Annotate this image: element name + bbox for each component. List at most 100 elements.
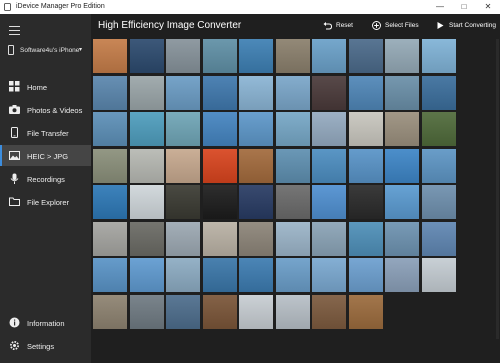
sidebar-item-recordings[interactable]: Recordings — [0, 168, 91, 189]
photo-thumbnail[interactable] — [348, 39, 383, 73]
photo-thumbnail[interactable] — [348, 258, 383, 292]
sidebar-item-information[interactable]: Information — [0, 312, 91, 333]
photo-thumbnail[interactable] — [312, 112, 346, 146]
photo-thumbnail[interactable] — [421, 185, 456, 219]
photo-thumbnail[interactable] — [275, 112, 310, 146]
start-converting-button[interactable]: Start Converting — [436, 21, 498, 33]
title-bar: iDevice Manager Pro Edition — □ ✕ — [0, 0, 500, 14]
photo-thumbnail[interactable] — [129, 112, 164, 146]
photo-thumbnail[interactable] — [421, 112, 456, 146]
photo-thumbnail[interactable] — [166, 258, 200, 292]
photo-thumbnail[interactable] — [385, 258, 419, 292]
sidebar-item-photos-videos[interactable]: Photos & Videos — [0, 99, 91, 120]
photo-thumbnail[interactable] — [385, 75, 419, 110]
photo-thumbnail[interactable] — [202, 39, 237, 73]
close-button[interactable]: ✕ — [476, 0, 500, 14]
phone-icon — [11, 127, 18, 138]
photo-thumbnail[interactable] — [129, 185, 164, 219]
photo-thumbnail[interactable] — [129, 221, 164, 256]
photo-thumbnail[interactable] — [275, 148, 310, 183]
photo-thumbnail[interactable] — [275, 221, 310, 256]
sidebar-item-file-explorer[interactable]: File Explorer — [0, 191, 91, 212]
photo-thumbnail[interactable] — [312, 185, 346, 219]
photo-thumbnail[interactable] — [202, 258, 237, 292]
photo-thumbnail[interactable] — [93, 258, 127, 292]
photo-thumbnail[interactable] — [385, 39, 419, 73]
select-files-button[interactable]: Select Files — [372, 21, 424, 33]
photo-thumbnail[interactable] — [421, 221, 456, 256]
photo-thumbnail[interactable] — [239, 148, 273, 183]
photo-thumbnail[interactable] — [129, 294, 164, 329]
photo-thumbnail[interactable] — [202, 185, 237, 219]
photo-thumbnail[interactable] — [275, 258, 310, 292]
photo-thumbnail[interactable] — [239, 185, 273, 219]
image-convert-icon — [9, 151, 20, 160]
photo-thumbnail[interactable] — [93, 294, 127, 329]
photo-thumbnail[interactable] — [166, 148, 200, 183]
photo-thumbnail[interactable] — [275, 75, 310, 110]
photo-thumbnail[interactable] — [312, 258, 346, 292]
photo-thumbnail[interactable] — [312, 75, 346, 110]
device-selector[interactable]: Software4u's iPhone ▾ — [7, 44, 89, 58]
add-circle-icon — [372, 21, 381, 30]
photo-thumbnail[interactable] — [202, 148, 237, 183]
photo-thumbnail[interactable] — [93, 75, 127, 110]
photo-thumbnail[interactable] — [202, 112, 237, 146]
photo-thumbnail[interactable] — [348, 112, 383, 146]
hamburger-menu-icon[interactable] — [9, 26, 20, 38]
photo-thumbnail[interactable] — [348, 294, 383, 329]
photo-thumbnail[interactable] — [239, 294, 273, 329]
photo-thumbnail[interactable] — [166, 112, 200, 146]
photo-thumbnail[interactable] — [166, 221, 200, 256]
photo-thumbnail[interactable] — [421, 148, 456, 183]
photo-thumbnail[interactable] — [129, 258, 164, 292]
photo-thumbnail[interactable] — [385, 112, 419, 146]
photo-thumbnail[interactable] — [275, 185, 310, 219]
photo-thumbnail[interactable] — [312, 294, 346, 329]
scrollbar[interactable] — [496, 39, 499, 339]
sidebar-item-home[interactable]: Home — [0, 76, 91, 97]
photo-thumbnail[interactable] — [421, 258, 456, 292]
sidebar-item-heic-jpg[interactable]: HEIC > JPG — [0, 145, 91, 166]
photo-thumbnail[interactable] — [166, 75, 200, 110]
photo-thumbnail[interactable] — [202, 221, 237, 256]
photo-thumbnail[interactable] — [239, 221, 273, 256]
sidebar-item-file-transfer[interactable]: File Transfer — [0, 122, 91, 143]
photo-thumbnail[interactable] — [93, 112, 127, 146]
sidebar-item-settings[interactable]: Settings — [0, 335, 91, 356]
photo-thumbnail[interactable] — [166, 294, 200, 329]
photo-thumbnail[interactable] — [275, 294, 310, 329]
photo-thumbnail[interactable] — [93, 148, 127, 183]
photo-thumbnail[interactable] — [239, 75, 273, 110]
photo-thumbnail[interactable] — [275, 39, 310, 73]
minimize-button[interactable]: — — [428, 0, 452, 14]
photo-thumbnail[interactable] — [93, 221, 127, 256]
maximize-button[interactable]: □ — [452, 0, 476, 14]
photo-thumbnail[interactable] — [202, 294, 237, 329]
photo-thumbnail[interactable] — [129, 75, 164, 110]
photo-thumbnail[interactable] — [129, 148, 164, 183]
photo-thumbnail[interactable] — [385, 148, 419, 183]
photo-thumbnail[interactable] — [348, 185, 383, 219]
photo-thumbnail[interactable] — [166, 185, 200, 219]
photo-thumbnail[interactable] — [348, 75, 383, 110]
photo-thumbnail[interactable] — [239, 258, 273, 292]
photo-thumbnail[interactable] — [348, 148, 383, 183]
photo-thumbnail[interactable] — [129, 39, 164, 73]
photo-thumbnail[interactable] — [312, 39, 346, 73]
reset-button[interactable]: Reset — [323, 21, 365, 33]
photo-thumbnail[interactable] — [166, 39, 200, 73]
photo-thumbnail[interactable] — [312, 221, 346, 256]
photo-thumbnail[interactable] — [202, 75, 237, 110]
photo-thumbnail[interactable] — [312, 148, 346, 183]
photo-thumbnail[interactable] — [239, 39, 273, 73]
photo-thumbnail[interactable] — [385, 221, 419, 256]
photo-thumbnail[interactable] — [348, 221, 383, 256]
photo-thumbnail[interactable] — [421, 75, 456, 110]
play-icon — [437, 22, 444, 29]
photo-thumbnail[interactable] — [421, 39, 456, 73]
photo-thumbnail[interactable] — [239, 112, 273, 146]
photo-thumbnail[interactable] — [385, 185, 419, 219]
photo-thumbnail[interactable] — [93, 185, 127, 219]
photo-thumbnail[interactable] — [93, 39, 127, 73]
